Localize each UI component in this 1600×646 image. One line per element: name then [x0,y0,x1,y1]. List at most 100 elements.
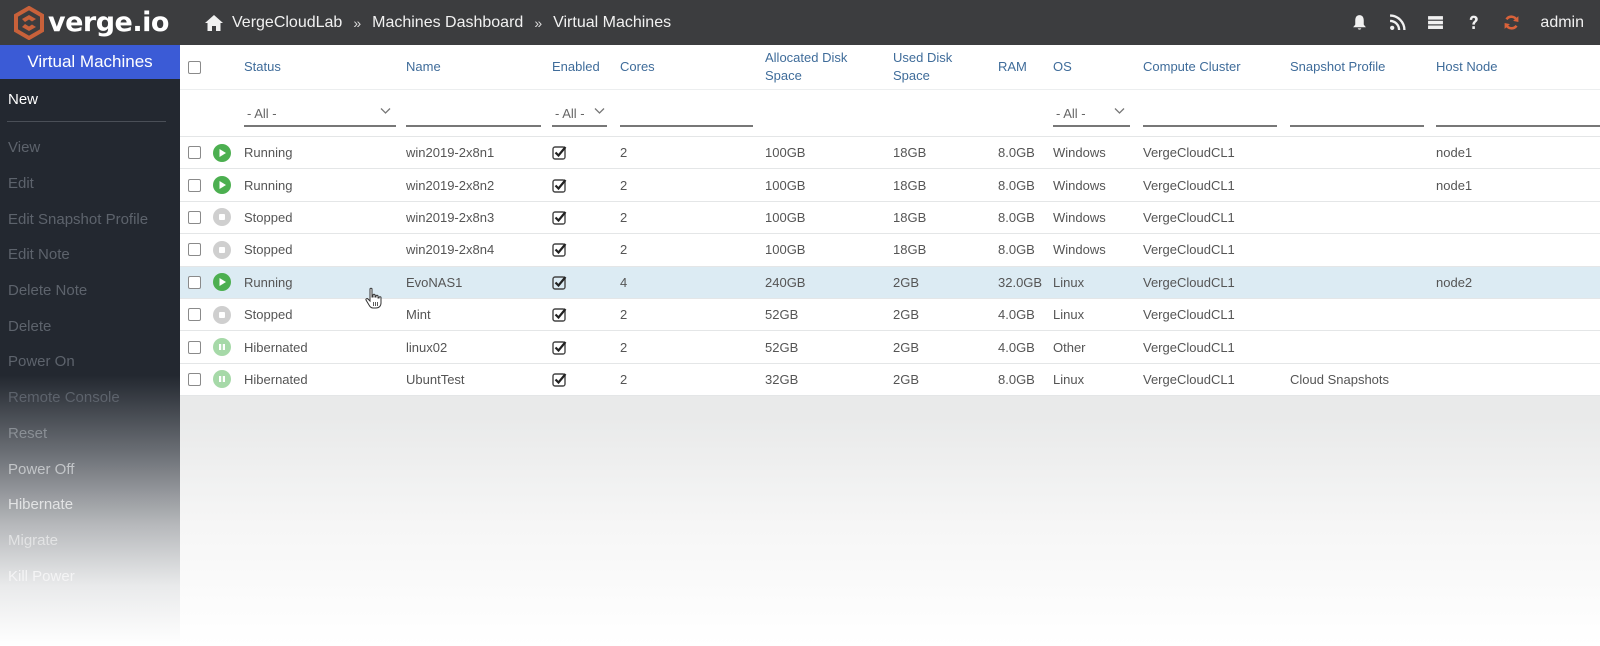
table-row[interactable]: Running win2019-2x8n2 2 100GB 18GB 8.0GB… [180,169,1600,202]
sidebar-item-reset[interactable]: Reset [0,416,180,452]
os-cell: Windows [1053,242,1106,258]
row-checkbox[interactable] [188,243,201,257]
vm-name[interactable]: win2019-2x8n4 [406,234,494,265]
compute-cluster-cell: VergeCloudCL1 [1143,274,1235,290]
user-menu[interactable]: admin [1540,14,1584,32]
snapshot-filter-input[interactable] [1290,101,1424,127]
host-filter-input[interactable] [1436,101,1600,127]
os-filter-select[interactable]: - All - [1053,101,1130,127]
help-button[interactable] [1454,0,1492,45]
logo[interactable]: verge.io [12,5,190,40]
cores-cell: 2 [620,242,628,258]
table-row[interactable]: Running win2019-2x8n1 2 100GB 18GB 8.0GB… [180,137,1600,170]
compute-cluster-cell: VergeCloudCL1 [1143,307,1235,323]
row-checkbox[interactable] [188,210,201,224]
status-filter-select[interactable]: - All - [244,101,396,127]
checkbox-checked-icon [552,146,567,160]
bell-icon [1353,15,1366,30]
column-header-allocated-disk[interactable]: Allocated Disk Space [765,45,860,89]
sidebar-item-delete-note[interactable]: Delete Note [0,273,180,309]
stopped-status-icon [213,305,231,324]
row-checkbox[interactable] [188,178,201,192]
os-cell: Windows [1053,145,1106,161]
column-header-ram[interactable]: RAM [998,45,1027,89]
vm-name[interactable]: UbuntTest [406,364,465,395]
cores-cell: 2 [620,371,628,387]
column-header-used-disk[interactable]: Used Disk Space [893,45,963,89]
sidebar-item-power-on[interactable]: Power On [0,344,180,380]
sidebar-item-new[interactable]: New [0,79,180,118]
row-checkbox[interactable] [188,146,201,160]
ram-cell: 8.0GB [998,209,1035,225]
vm-name[interactable]: win2019-2x8n3 [406,202,494,233]
tasks-button[interactable] [1416,0,1454,45]
column-header-snapshot-profile[interactable]: Snapshot Profile [1290,45,1385,89]
allocated-disk-cell: 100GB [765,242,806,258]
vm-name[interactable]: win2019-2x8n1 [406,137,494,168]
allocated-disk-cell: 100GB [765,177,806,193]
vm-name[interactable]: win2019-2x8n2 [406,169,494,200]
row-checkbox[interactable] [188,372,201,386]
breadcrumb-item-machines-dashboard[interactable]: Machines Dashboard [372,14,523,32]
sidebar-item-kill-power[interactable]: Kill Power [0,558,180,594]
ram-cell: 4.0GB [998,339,1035,355]
allocated-disk-cell: 100GB [765,209,806,225]
select-all-checkbox[interactable] [188,60,201,74]
vm-name[interactable]: linux02 [406,331,447,362]
checkbox-checked-icon [552,211,567,225]
table-row[interactable]: Running EvoNAS1 4 240GB 2GB 32.0GB Linux… [180,266,1600,299]
table-row[interactable]: Stopped win2019-2x8n3 2 100GB 18GB 8.0GB… [180,202,1600,235]
column-header-os[interactable]: OS [1053,45,1072,89]
running-status-icon [213,143,231,162]
host-node-cell: node2 [1436,274,1473,290]
sidebar-item-migrate[interactable]: Migrate [0,523,180,559]
row-checkbox[interactable] [188,340,201,354]
table-row[interactable]: Stopped Mint 2 52GB 2GB 4.0GB Linux Verg… [180,299,1600,332]
column-header-host-node[interactable]: Host Node [1436,45,1497,89]
column-header-name[interactable]: Name [406,45,441,89]
cluster-filter-input[interactable] [1143,101,1277,127]
column-header-cores[interactable]: Cores [620,45,655,89]
help-icon [1469,15,1478,29]
sidebar-item-hibernate[interactable]: Hibernate [0,487,180,523]
table-row[interactable]: Stopped win2019-2x8n4 2 100GB 18GB 8.0GB… [180,234,1600,267]
ram-cell: 4.0GB [998,307,1035,323]
table-header: Status Name Enabled Cores Allocated Disk… [180,45,1600,90]
row-checkbox[interactable] [188,275,201,289]
column-header-status[interactable]: Status [244,45,281,89]
refresh-button[interactable] [1492,0,1530,45]
notifications-button[interactable] [1340,0,1378,45]
table-row[interactable]: Hibernated linux02 2 52GB 2GB 4.0GB Othe… [180,331,1600,364]
column-header-enabled[interactable]: Enabled [552,45,600,89]
sidebar-item-power-off[interactable]: Power Off [0,451,180,487]
sidebar-item-delete[interactable]: Delete [0,308,180,344]
sidebar-item-edit[interactable]: Edit [0,166,180,202]
status-filter-value: - All - [247,105,277,121]
sidebar-item-remote-console[interactable]: Remote Console [0,380,180,416]
enabled-filter-select[interactable]: - All - [552,101,607,127]
allocated-disk-cell: 52GB [765,307,799,323]
allocated-disk-cell: 52GB [765,339,799,355]
os-cell: Linux [1053,307,1085,323]
os-cell: Linux [1053,274,1085,290]
sidebar-item-edit-snapshot-profile[interactable]: Edit Snapshot Profile [0,201,180,237]
checkbox-checked-icon [552,373,567,387]
table-row[interactable]: Hibernated UbuntTest 2 32GB 2GB 8.0GB Li… [180,364,1600,397]
vm-name[interactable]: Mint [406,299,431,330]
cores-cell: 2 [620,177,628,193]
cores-cell: 4 [620,274,628,290]
sidebar-item-view[interactable]: View [0,130,180,166]
row-checkbox[interactable] [188,308,201,322]
breadcrumb-item-virtual-machines[interactable]: Virtual Machines [553,14,671,32]
breadcrumb-item-vergecloudlab[interactable]: VergeCloudLab [232,14,342,32]
used-disk-cell: 2GB [893,274,920,290]
feed-button[interactable] [1378,0,1416,45]
column-header-compute-cluster[interactable]: Compute Cluster [1143,45,1241,89]
cores-filter-input[interactable] [620,101,753,127]
rss-icon [1389,14,1406,31]
home-icon[interactable] [204,14,224,32]
main-content: Status Name Enabled Cores Allocated Disk… [180,45,1600,646]
name-filter-input[interactable] [406,101,541,127]
vm-name[interactable]: EvoNAS1 [406,267,462,298]
sidebar-item-edit-note[interactable]: Edit Note [0,237,180,273]
